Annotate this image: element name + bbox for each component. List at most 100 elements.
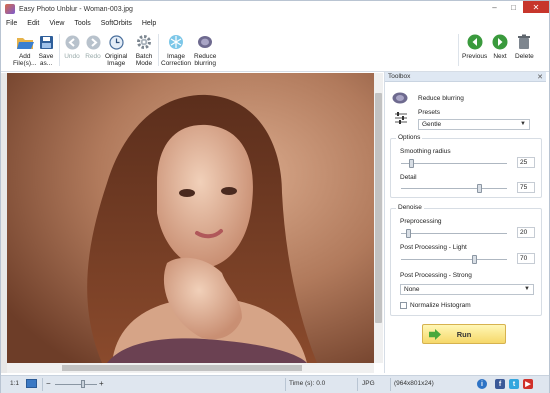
preprocessing-label: Preprocessing <box>400 218 442 225</box>
options-group: Options Smoothing radius 25 Detail 75 <box>390 134 542 198</box>
post-light-slider[interactable] <box>401 255 507 264</box>
status-divider <box>357 378 358 391</box>
zoom-in-icon[interactable]: + <box>99 379 104 388</box>
batch-mode-button[interactable]: Batch Mode <box>135 33 153 67</box>
redo-button[interactable]: Redo <box>84 33 102 60</box>
post-strong-select[interactable]: None ▼ <box>400 284 534 295</box>
post-light-value-field[interactable]: 70 <box>517 253 535 264</box>
format-readout: JPG <box>362 380 375 387</box>
delete-button[interactable]: Delete <box>515 33 534 60</box>
blur-icon <box>196 33 214 51</box>
youtube-icon[interactable]: ▶ <box>523 379 533 389</box>
close-icon[interactable]: ✕ <box>523 1 549 13</box>
normalize-label: Normalize Histogram <box>410 302 471 309</box>
status-bar: 1:1 − + Time (s): 0.0 JPG (964x801x24) i… <box>1 375 549 393</box>
preprocessing-slider[interactable] <box>401 229 507 238</box>
snowflake-icon <box>167 33 185 51</box>
toolbar-separator <box>458 34 459 66</box>
toolbar-separator <box>158 34 159 66</box>
menu-file[interactable]: File <box>1 20 22 27</box>
delete-label: Delete <box>515 53 534 60</box>
run-label: Run <box>456 329 472 339</box>
menu-bar: File Edit View Tools SoftOrbits Help <box>1 17 549 30</box>
batch-mode-label: Batch Mode <box>135 53 153 67</box>
slider-track <box>401 233 507 234</box>
denoise-group: Denoise Preprocessing 20 Post Processing… <box>390 204 542 316</box>
maximize-icon[interactable]: □ <box>504 1 523 13</box>
menu-tools[interactable]: Tools <box>69 20 95 27</box>
window-title: Easy Photo Unblur - Woman-003.jpg <box>19 5 133 13</box>
smoothing-slider[interactable] <box>401 159 507 168</box>
image-canvas[interactable] <box>7 73 374 363</box>
fit-screen-icon[interactable] <box>26 379 37 388</box>
next-button[interactable]: Next <box>491 33 509 60</box>
undo-icon <box>63 33 81 51</box>
post-strong-label: Post Processing - Strong <box>400 272 472 279</box>
gear-icon <box>135 33 153 51</box>
facebook-icon[interactable]: f <box>495 379 505 389</box>
horizontal-scrollbar[interactable] <box>7 363 374 373</box>
undo-button[interactable]: Undo <box>63 33 81 60</box>
twitter-icon[interactable]: t <box>509 379 519 389</box>
save-as-label: Save as... <box>38 53 54 67</box>
folder-open-icon <box>16 33 34 51</box>
horizontal-scroll-thumb[interactable] <box>62 365 302 371</box>
undo-label: Undo <box>64 53 80 60</box>
dimensions-readout: (964x801x24) <box>394 380 434 387</box>
toolbox-title: Toolbox <box>388 73 411 80</box>
tool-name: Reduce blurring <box>418 95 464 102</box>
add-files-button[interactable]: Add File(s)... <box>13 33 36 67</box>
slider-thumb[interactable] <box>406 229 411 238</box>
info-icon[interactable]: i <box>477 379 487 389</box>
status-divider <box>285 378 286 391</box>
close-icon[interactable]: ✕ <box>537 73 543 81</box>
zoom-out-icon[interactable]: − <box>46 379 51 388</box>
options-title: Options <box>396 134 423 141</box>
status-divider <box>42 378 43 391</box>
redo-label: Redo <box>85 53 101 60</box>
presets-select[interactable]: Gentle ▼ <box>418 119 530 130</box>
smoothing-value-field[interactable]: 25 <box>517 157 535 168</box>
original-image-button[interactable]: Original Image <box>105 33 127 67</box>
toolbar: Add File(s)... Save as... Undo Redo Orig… <box>1 30 549 72</box>
minimize-icon[interactable]: – <box>485 1 504 13</box>
app-icon <box>5 4 15 14</box>
detail-slider[interactable] <box>401 184 507 193</box>
image-correction-button[interactable]: Image Correction <box>161 33 191 67</box>
menu-view[interactable]: View <box>44 20 69 27</box>
arrow-left-icon <box>466 33 484 51</box>
window-controls: – □ ✕ <box>485 1 549 13</box>
slider-thumb[interactable] <box>409 159 414 168</box>
zoom-slider[interactable] <box>55 384 97 385</box>
post-strong-value: None <box>404 286 420 293</box>
vertical-scrollbar[interactable] <box>374 73 383 363</box>
slider-thumb[interactable] <box>472 255 477 264</box>
run-button[interactable]: Run <box>422 324 506 344</box>
reduce-blurring-button[interactable]: Reduce blurring <box>194 33 216 67</box>
save-as-button[interactable]: Save as... <box>37 33 55 67</box>
photo-preview <box>7 73 374 363</box>
detail-value-field[interactable]: 75 <box>517 182 535 193</box>
menu-edit[interactable]: Edit <box>22 20 44 27</box>
slider-track <box>401 163 507 164</box>
redo-icon <box>84 33 102 51</box>
save-icon <box>37 33 55 51</box>
blur-icon <box>392 92 408 104</box>
preprocessing-value-field[interactable]: 20 <box>517 227 535 238</box>
vertical-scroll-thumb[interactable] <box>375 93 382 323</box>
slider-thumb[interactable] <box>477 184 482 193</box>
toolbar-separator <box>59 34 60 66</box>
title-bar: Easy Photo Unblur - Woman-003.jpg – □ ✕ <box>1 1 549 17</box>
previous-button[interactable]: Previous <box>462 33 487 60</box>
clock-icon <box>107 33 125 51</box>
chevron-down-icon: ▼ <box>524 286 530 292</box>
chevron-down-icon: ▼ <box>520 121 526 127</box>
arrow-right-icon <box>491 33 509 51</box>
image-correction-label: Image Correction <box>161 53 191 67</box>
menu-softorbits[interactable]: SoftOrbits <box>96 20 137 27</box>
menu-help[interactable]: Help <box>137 20 161 27</box>
normalize-checkbox[interactable] <box>400 302 407 309</box>
detail-label: Detail <box>400 174 417 181</box>
zoom-ratio[interactable]: 1:1 <box>10 380 19 387</box>
zoom-slider-thumb[interactable] <box>81 380 85 388</box>
